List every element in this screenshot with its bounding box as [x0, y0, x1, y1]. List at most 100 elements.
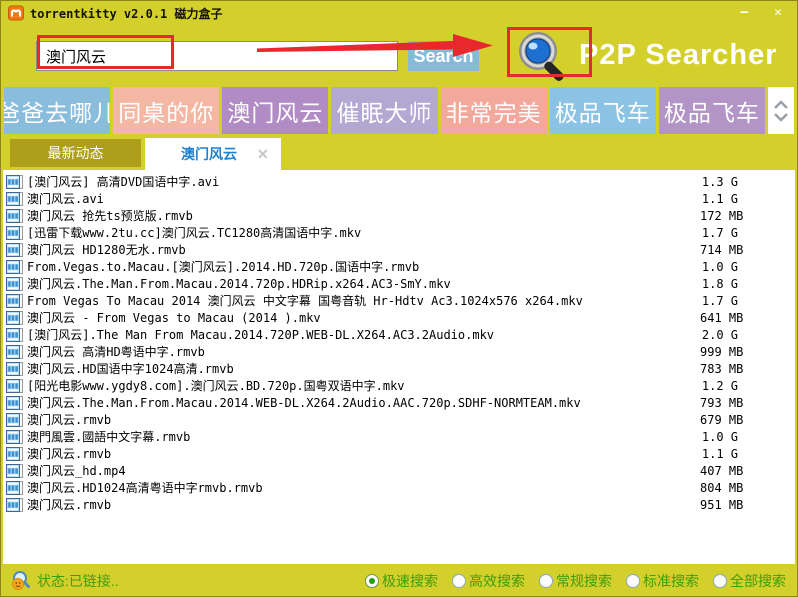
result-row[interactable]: 澳门风云.HD国语中字1024高清.rmvb 783 MB — [3, 360, 795, 377]
video-file-icon — [6, 446, 23, 461]
connection-status: 状态:已链接.. — [37, 573, 119, 589]
search-button[interactable]: Search — [408, 41, 479, 71]
result-row[interactable]: 澳门风云.rmvb 951 MB — [3, 496, 795, 513]
result-name: 澳门风云 高清HD粤语中字.rmvb — [27, 345, 205, 359]
result-size: 999 MB — [700, 344, 744, 359]
result-row[interactable]: [澳门风云].The Man From Macau.2014.720P.WEB-… — [3, 326, 795, 343]
result-name: 澳門風雲.國語中文字幕.rmvb — [27, 430, 191, 444]
search-mode-radio[interactable]: 高效搜索 — [452, 571, 525, 591]
result-row[interactable]: 澳門風雲.國語中文字幕.rmvb 1.0 G — [3, 428, 795, 445]
result-row[interactable]: [澳门风云] 高清DVD国语中字.avi 1.3 G — [3, 173, 795, 190]
result-row[interactable]: [迅雷下载www.2tu.cc]澳门风云.TC1280高清国语中字.mkv 1.… — [3, 224, 795, 241]
result-size: 1.0 G — [701, 259, 738, 274]
search-mode-radio[interactable]: 全部搜索 — [713, 571, 786, 591]
app-logo-icon — [8, 5, 24, 21]
video-file-icon — [6, 208, 23, 223]
result-name: From.Vegas.to.Macau.[澳门风云].2014.HD.720p.… — [27, 260, 420, 274]
window-controls: — ✕ — [740, 1, 790, 25]
video-file-icon — [6, 361, 23, 376]
video-file-icon — [6, 429, 23, 444]
result-name: 澳门风云.The.Man.From.Macau.2014.WEB-DL.X264… — [27, 396, 581, 410]
search-mode-label: 高效搜索 — [469, 573, 525, 589]
result-size: 641 MB — [700, 310, 744, 325]
search-mode-label: 标准搜索 — [643, 573, 699, 589]
video-file-icon — [6, 497, 23, 512]
category-button[interactable]: 极品飞车 — [658, 87, 765, 134]
result-row[interactable]: 澳门风云.The.Man.From.Macau.2014.WEB-DL.X264… — [3, 394, 795, 411]
radio-icon — [365, 574, 379, 588]
tab-bar: 最新动态 澳门风云 ✕ — [1, 134, 797, 170]
result-name: [澳门风云] 高清DVD国语中字.avi — [27, 175, 220, 189]
result-size: 2.0 G — [701, 327, 738, 342]
category-button[interactable]: 同桌的你 — [113, 87, 220, 134]
titlebar: torrentkitty v2.0.1 磁力盒子 — ✕ — [1, 1, 797, 25]
result-size: 1.2 G — [701, 378, 738, 393]
scroll-down-icon[interactable] — [773, 112, 789, 122]
result-size: 804 MB — [700, 480, 744, 495]
result-row[interactable]: 澳门风云.HD1024高清粤语中字rmvb.rmvb 804 MB — [3, 479, 795, 496]
result-row[interactable]: 澳门风云 高清HD粤语中字.rmvb 999 MB — [3, 343, 795, 360]
video-file-icon — [6, 191, 23, 206]
search-mode-radio[interactable]: 常规搜索 — [539, 571, 612, 591]
status-bar: 状态:已链接.. 极速搜索 高效搜索 常规搜索 标准搜索 全部搜索 — [1, 564, 797, 596]
search-mode-radio[interactable]: 极速搜索 — [365, 571, 438, 591]
status-magnifier-smiley-icon — [10, 570, 32, 592]
video-file-icon — [6, 242, 23, 257]
result-row[interactable]: 澳门风云.The.Man.From.Macau.2014.720p.HDRip.… — [3, 275, 795, 292]
scroll-up-icon[interactable] — [773, 99, 789, 109]
result-size: 783 MB — [700, 361, 744, 376]
result-name: 澳门风云.HD1024高清粤语中字rmvb.rmvb — [27, 481, 263, 495]
result-row[interactable]: 澳门风云.rmvb 1.1 G — [3, 445, 795, 462]
result-name: 澳门风云_hd.mp4 — [27, 464, 126, 478]
search-mode-label: 全部搜索 — [730, 573, 786, 589]
video-file-icon — [6, 276, 23, 291]
radio-icon — [626, 574, 640, 588]
result-name: From Vegas To Macau 2014 澳门风云 中文字幕 国粤音轨 … — [27, 294, 583, 308]
category-button[interactable]: 催眠大师 — [331, 87, 438, 134]
result-size: 407 MB — [700, 463, 744, 478]
tab-close-icon[interactable]: ✕ — [257, 146, 281, 163]
result-size: 714 MB — [700, 242, 744, 257]
close-button[interactable]: ✕ — [774, 1, 782, 25]
result-name: 澳门风云.The.Man.From.Macau.2014.720p.HDRip.… — [27, 277, 451, 291]
brand-title: P2P Searcher — [579, 39, 778, 71]
category-button[interactable]: 极品飞车 — [549, 87, 656, 134]
result-row[interactable]: 澳门风云.rmvb 679 MB — [3, 411, 795, 428]
search-mode-group: 极速搜索 高效搜索 常规搜索 标准搜索 全部搜索 — [365, 571, 788, 591]
result-row[interactable]: From Vegas To Macau 2014 澳门风云 中文字幕 国粤音轨 … — [3, 292, 795, 309]
result-row[interactable]: 澳门风云 抢先ts预览版.rmvb 172 MB — [3, 207, 795, 224]
minimize-button[interactable]: — — [740, 1, 748, 25]
result-name: [迅雷下载www.2tu.cc]澳门风云.TC1280高清国语中字.mkv — [27, 226, 362, 240]
video-file-icon — [6, 327, 23, 342]
radio-icon — [452, 574, 466, 588]
tab-latest-news[interactable]: 最新动态 — [10, 139, 141, 167]
result-size: 172 MB — [700, 208, 744, 223]
category-button[interactable]: 非常完美 — [440, 87, 547, 134]
category-button[interactable]: 澳门风云 — [222, 87, 329, 134]
result-name: 澳门风云 HD1280无水.rmvb — [27, 243, 186, 257]
result-row[interactable]: 澳门风云.avi 1.1 G — [3, 190, 795, 207]
result-row[interactable]: From.Vegas.to.Macau.[澳门风云].2014.HD.720p.… — [3, 258, 795, 275]
result-row[interactable]: [阳光电影www.ygdy8.com].澳门风云.BD.720p.国粤双语中字.… — [3, 377, 795, 394]
result-row[interactable]: 澳门风云 - From Vegas to Macau (2014 ).mkv 6… — [3, 309, 795, 326]
search-mode-radio[interactable]: 标准搜索 — [626, 571, 699, 591]
result-size: 1.8 G — [701, 276, 738, 291]
result-name: [澳门风云].The Man From Macau.2014.720P.WEB-… — [27, 328, 495, 342]
category-button[interactable]: 爸爸去哪儿 — [4, 87, 111, 134]
result-row[interactable]: 澳门风云 HD1280无水.rmvb 714 MB — [3, 241, 795, 258]
result-name: 澳门风云.rmvb — [27, 498, 112, 512]
search-bar: Search P2P Searcher — [1, 25, 797, 87]
tab-search-result[interactable]: 澳门风云 ✕ — [145, 138, 281, 170]
video-file-icon — [6, 174, 23, 189]
p2p-searcher-magnifier-icon[interactable] — [515, 30, 575, 87]
app-window: torrentkitty v2.0.1 磁力盒子 — ✕ Search P2P … — [0, 0, 798, 597]
radio-icon — [713, 574, 727, 588]
result-name: 澳门风云 - From Vegas to Macau (2014 ).mkv — [27, 311, 321, 325]
video-file-icon — [6, 480, 23, 495]
result-size: 1.7 G — [701, 293, 738, 308]
category-row: 爸爸去哪儿 同桌的你 澳门风云 催眠大师 非常完美 极品飞车 极品飞车 — [1, 87, 797, 134]
result-size: 1.1 G — [701, 446, 738, 461]
tab-label: 澳门风云 — [181, 146, 237, 162]
search-input[interactable] — [36, 41, 398, 71]
result-row[interactable]: 澳门风云_hd.mp4 407 MB — [3, 462, 795, 479]
